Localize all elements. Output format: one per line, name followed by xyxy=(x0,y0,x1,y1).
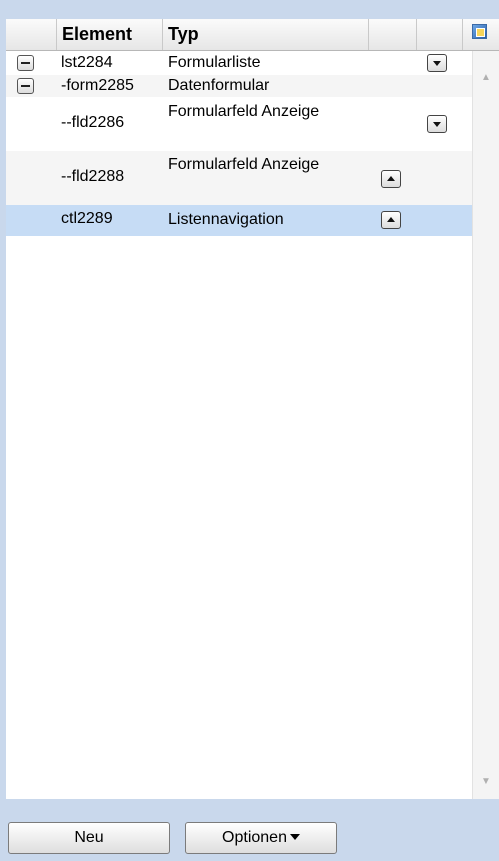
row-typ: Formularliste xyxy=(168,54,261,71)
header-expand-column[interactable] xyxy=(6,19,57,50)
chevron-down-icon xyxy=(289,834,300,840)
header-column-4[interactable] xyxy=(369,19,417,50)
table-row[interactable]: ctl2289 Listennavigation xyxy=(6,205,472,236)
move-down-icon[interactable] xyxy=(427,115,447,133)
new-button-label: Neu xyxy=(74,829,104,846)
table-row[interactable]: --fld2288 Formularfeld Anzeige xyxy=(6,151,472,205)
collapse-icon[interactable] xyxy=(17,55,34,71)
vertical-scrollbar[interactable]: ▲ ▼ xyxy=(472,51,499,799)
move-down-icon[interactable] xyxy=(427,54,447,72)
options-button-label: Optionen xyxy=(222,829,287,846)
column-chooser-icon[interactable] xyxy=(472,24,487,39)
options-button[interactable]: Optionen xyxy=(185,822,337,854)
row-element: ctl2289 xyxy=(61,210,113,227)
row-typ: Formularfeld Anzeige xyxy=(168,156,320,173)
header-typ[interactable]: Typ xyxy=(163,19,369,50)
row-element: --fld2286 xyxy=(61,114,125,131)
row-element: -form2285 xyxy=(61,77,134,94)
row-element: lst2284 xyxy=(61,54,113,71)
move-up-icon[interactable] xyxy=(381,211,401,229)
new-button[interactable]: Neu xyxy=(8,822,170,854)
element-list-panel: Element Typ lst2284 Formularliste -form2… xyxy=(6,19,499,799)
table-row[interactable]: -form2285 Datenformular xyxy=(6,75,472,97)
move-up-icon[interactable] xyxy=(381,170,401,188)
table-row[interactable]: --fld2286 Formularfeld Anzeige xyxy=(6,97,472,151)
row-typ: Datenformular xyxy=(168,77,270,94)
column-header-row: Element Typ xyxy=(6,19,499,51)
scroll-down-icon[interactable]: ▼ xyxy=(473,771,499,793)
collapse-icon[interactable] xyxy=(17,78,34,94)
table-row[interactable]: lst2284 Formularliste xyxy=(6,51,472,75)
row-element: --fld2288 xyxy=(61,168,125,185)
header-column-5[interactable] xyxy=(417,19,463,50)
row-typ: Formularfeld Anzeige xyxy=(168,103,320,120)
scroll-up-icon[interactable]: ▲ xyxy=(473,67,499,89)
header-element[interactable]: Element xyxy=(57,19,163,50)
row-typ: Listennavigation xyxy=(168,211,284,228)
